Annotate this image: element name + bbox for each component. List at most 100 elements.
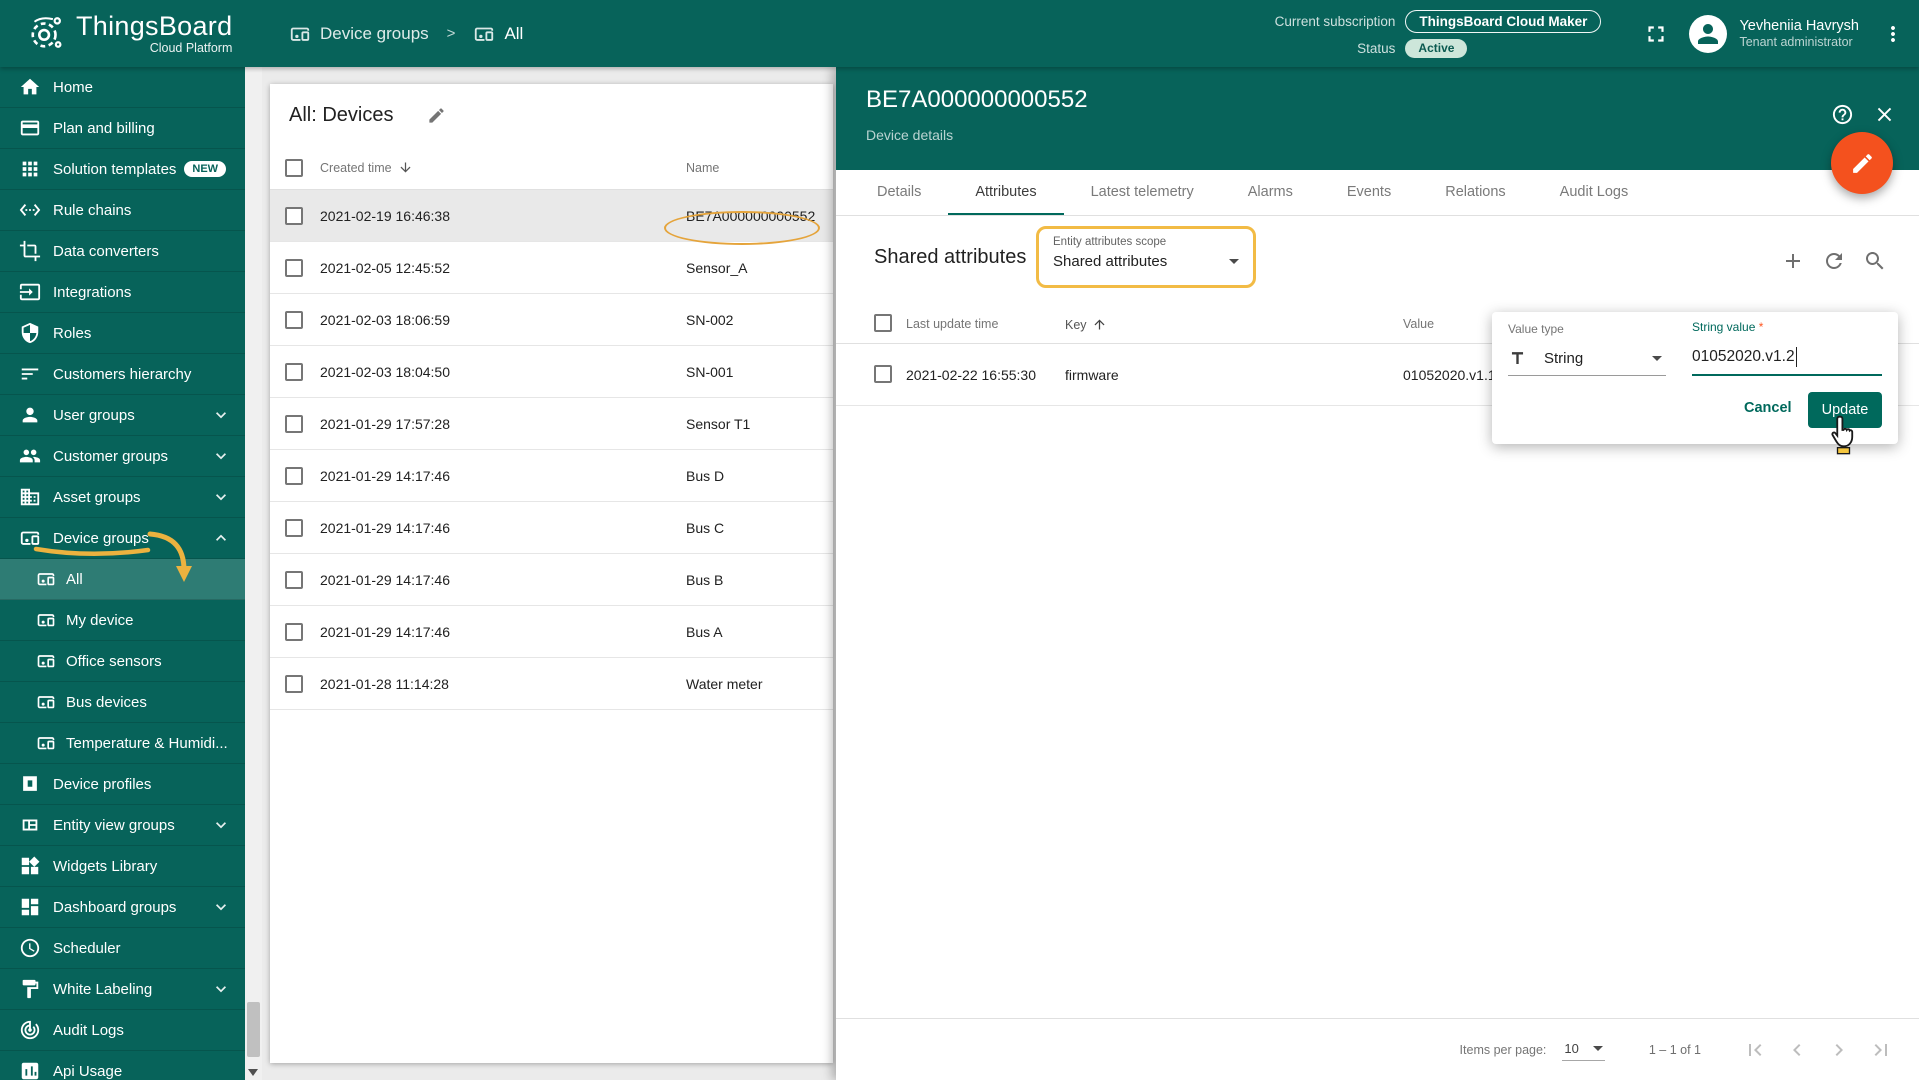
next-page-icon[interactable] — [1827, 1038, 1851, 1062]
column-last-update-time[interactable]: Last update time — [906, 317, 998, 331]
string-value-input[interactable]: 01052020.v1.2 — [1692, 339, 1882, 376]
scrollbar-down-arrow[interactable] — [248, 1069, 258, 1076]
column-value[interactable]: Value — [1403, 317, 1434, 331]
tab-attributes[interactable]: Attributes — [948, 170, 1064, 215]
table-row[interactable]: 2021-02-05 12:45:52 Sensor_A — [270, 242, 833, 294]
sidebar-item-customer-groups[interactable]: Customer groups — [0, 436, 245, 477]
breadcrumb-device-groups[interactable]: Device groups — [320, 24, 429, 44]
sidebar-item-device-groups-all[interactable]: All — [0, 559, 245, 600]
tab-events[interactable]: Events — [1320, 170, 1418, 215]
value-type-select[interactable]: String — [1508, 342, 1666, 376]
sidebar-item-office-sensors[interactable]: Office sensors — [0, 641, 245, 682]
thingsboard-logo-icon — [24, 13, 66, 55]
scrollbar-thumb[interactable] — [247, 1002, 260, 1057]
row-checkbox[interactable] — [285, 570, 303, 589]
row-checkbox[interactable] — [285, 310, 303, 329]
select-all-checkbox[interactable] — [285, 158, 303, 177]
device-group-icon — [36, 651, 56, 671]
sidebar-item-api-usage[interactable]: Api Usage — [0, 1051, 245, 1080]
table-row[interactable]: 2021-01-29 14:17:46 Bus B — [270, 554, 833, 606]
brand-logo[interactable]: ThingsBoard Cloud Platform — [0, 12, 245, 55]
add-attribute-icon[interactable] — [1781, 249, 1805, 273]
sidebar-item-scheduler[interactable]: Scheduler — [0, 928, 245, 969]
column-created-time[interactable]: Created time — [320, 160, 413, 175]
sidebar-item-plan-and-billing[interactable]: Plan and billing — [0, 108, 245, 149]
table-row[interactable]: 2021-02-19 16:46:38 BE7A000000000552 — [270, 190, 833, 242]
sidebar-item-my-device[interactable]: My device — [0, 600, 245, 641]
new-badge: NEW — [184, 161, 227, 177]
shield-icon — [19, 322, 41, 344]
sidebar-item-device-groups[interactable]: Device groups — [0, 518, 245, 559]
row-checkbox[interactable] — [874, 365, 892, 383]
table-row[interactable]: 2021-01-29 14:17:46 Bus D — [270, 450, 833, 502]
items-per-page-select[interactable]: 10 — [1562, 1039, 1605, 1061]
subscription-label: Current subscription — [1274, 13, 1396, 29]
help-icon[interactable] — [1831, 103, 1854, 126]
subscription-badge[interactable]: ThingsBoard Cloud Maker — [1405, 9, 1602, 33]
sidebar-item-user-groups[interactable]: User groups — [0, 395, 245, 436]
last-page-icon[interactable] — [1869, 1038, 1893, 1062]
sidebar-item-home[interactable]: Home — [0, 67, 245, 108]
row-checkbox[interactable] — [285, 362, 303, 381]
search-icon[interactable] — [1863, 249, 1887, 273]
sidebar-item-integrations[interactable]: Integrations — [0, 272, 245, 313]
sidebar-item-asset-groups[interactable]: Asset groups — [0, 477, 245, 518]
table-row[interactable]: 2021-01-29 17:57:28 Sensor T1 — [270, 398, 833, 450]
tab-details[interactable]: Details — [850, 170, 948, 215]
select-all-checkbox[interactable] — [874, 314, 892, 332]
sidebar-item-data-converters[interactable]: Data converters — [0, 231, 245, 272]
previous-page-icon[interactable] — [1785, 1038, 1809, 1062]
cancel-button[interactable]: Cancel — [1744, 400, 1792, 416]
column-name[interactable]: Name — [686, 161, 719, 175]
widgets-icon — [19, 855, 41, 877]
first-page-icon[interactable] — [1743, 1038, 1767, 1062]
tab-audit-logs[interactable]: Audit Logs — [1533, 170, 1656, 215]
row-checkbox[interactable] — [285, 674, 303, 693]
status-label: Status — [1357, 40, 1396, 56]
sidebar-item-roles[interactable]: Roles — [0, 313, 245, 354]
table-row[interactable]: 2021-01-29 14:17:46 Bus A — [270, 606, 833, 658]
sidebar-item-temperature-humidity[interactable]: Temperature & Humidi... — [0, 723, 245, 764]
sidebar-item-rule-chains[interactable]: Rule chains — [0, 190, 245, 231]
table-row[interactable]: 2021-02-03 18:04:50 SN-001 — [270, 346, 833, 398]
sidebar-item-device-profiles[interactable]: Device profiles — [0, 764, 245, 805]
update-button[interactable]: Update — [1808, 392, 1882, 428]
breadcrumb-all[interactable]: All — [504, 24, 523, 44]
sidebar-item-widgets-library[interactable]: Widgets Library — [0, 846, 245, 887]
fullscreen-icon[interactable] — [1643, 21, 1669, 47]
table-row[interactable]: 2021-02-03 18:06:59 SN-002 — [270, 294, 833, 346]
close-icon[interactable] — [1873, 103, 1896, 126]
sidebar-item-entity-view-groups[interactable]: Entity view groups — [0, 805, 245, 846]
row-checkbox[interactable] — [285, 622, 303, 641]
row-checkbox[interactable] — [285, 466, 303, 485]
value-type-value: String — [1544, 350, 1584, 367]
sidebar-item-customers-hierarchy[interactable]: Customers hierarchy — [0, 354, 245, 395]
sidebar-item-audit-logs[interactable]: Audit Logs — [0, 1010, 245, 1051]
refresh-icon[interactable] — [1822, 249, 1846, 273]
sidebar-item-dashboard-groups[interactable]: Dashboard groups — [0, 887, 245, 928]
sidebar-item-bus-devices[interactable]: Bus devices — [0, 682, 245, 723]
row-checkbox[interactable] — [285, 414, 303, 433]
tab-alarms[interactable]: Alarms — [1221, 170, 1320, 215]
sidebar-item-solution-templates[interactable]: Solution templates NEW — [0, 149, 245, 190]
more-menu-icon[interactable] — [1881, 22, 1905, 46]
sort-desc-icon — [398, 160, 413, 175]
tab-relations[interactable]: Relations — [1418, 170, 1532, 215]
chevron-down-icon — [211, 897, 231, 917]
row-checkbox[interactable] — [285, 206, 303, 225]
chevron-down-icon — [211, 446, 231, 466]
row-checkbox[interactable] — [285, 258, 303, 277]
entity-attributes-scope-select[interactable]: Entity attributes scope Shared attribute… — [1036, 226, 1256, 288]
avatar[interactable] — [1689, 14, 1728, 53]
table-row[interactable]: 2021-01-29 14:17:46 Bus C — [270, 502, 833, 554]
column-key[interactable]: Key — [1065, 317, 1107, 332]
sidebar-item-white-labeling[interactable]: White Labeling — [0, 969, 245, 1010]
table-row[interactable]: 2021-01-28 11:14:28 Water meter — [270, 658, 833, 710]
edit-title-pencil-icon[interactable] — [427, 106, 446, 125]
edit-device-fab[interactable] — [1831, 132, 1893, 194]
required-mark: * — [1758, 320, 1764, 334]
tab-latest-telemetry[interactable]: Latest telemetry — [1064, 170, 1221, 215]
brand-subtitle: Cloud Platform — [149, 40, 233, 55]
sidebar-scrollbar[interactable] — [245, 67, 262, 1080]
row-checkbox[interactable] — [285, 518, 303, 537]
